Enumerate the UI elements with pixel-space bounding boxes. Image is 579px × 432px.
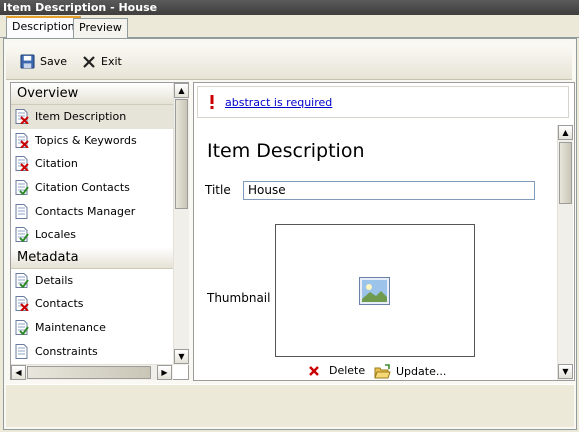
sidebar-item-label: Contacts [35,297,84,311]
title-label: Title [205,183,231,197]
sidebar-item[interactable]: Citation [11,152,188,176]
sidebar-vertical-scrollbar[interactable]: ▲ ▼ [173,83,189,365]
sidebar-item-label: Maintenance [35,321,106,335]
sidebar-item[interactable]: Citation Contacts [11,176,188,200]
sidebar-item-label: Citation [35,157,78,171]
sidebar-hscroll-thumb[interactable] [27,366,151,379]
save-button[interactable]: Save [20,43,67,80]
document-error-icon [15,156,29,172]
item-description-form: Item Description Title House Thumbnail D… [197,124,557,380]
sidebar-horizontal-scrollbar[interactable]: ◀ ▶ [11,364,173,380]
toolbar: Save Exit [6,43,572,80]
exit-label: Exit [101,55,122,68]
validation-message-link[interactable]: abstract is required [225,96,332,109]
sidebar-item[interactable]: Topics & Keywords [11,129,188,153]
sidebar-list: Overview Item Description Topics & Keyword… [11,83,188,363]
delete-label: Delete [329,364,366,377]
tab-strip: Description Preview [0,15,579,39]
folder-open-icon [374,364,391,379]
sidebar-item[interactable]: Constraints [11,339,188,363]
sidebar-item-label: Item Description [35,110,127,124]
sidebar-item[interactable]: Contacts [11,292,188,316]
scroll-down-arrow-icon[interactable]: ▼ [174,349,189,364]
sidebar-item-label: Topics & Keywords [35,133,137,147]
sidebar-item[interactable]: Contacts Manager [11,199,188,223]
tab-preview[interactable]: Preview [73,18,128,38]
sidebar-item[interactable]: Details [11,269,188,293]
document-error-icon [15,132,29,148]
scroll-up-arrow-icon[interactable]: ▲ [174,83,189,98]
document-icon [15,203,28,219]
image-placeholder-icon [359,277,390,305]
document-icon [15,343,28,359]
main-scroll-up-arrow-icon[interactable]: ▲ [558,125,573,140]
sidebar-item[interactable]: Maintenance [11,316,188,340]
main-vertical-scrollbar[interactable]: ▲ ▼ [557,125,573,380]
delete-x-icon [309,365,319,376]
document-check-icon [15,227,29,243]
page-title: Item Description [207,140,365,162]
floppy-disk-icon [20,54,35,69]
document-error-icon [15,296,29,312]
sidebar-item-label: Contacts Manager [35,204,136,218]
title-input[interactable]: House [243,181,535,200]
document-check-icon [15,320,29,336]
delete-thumbnail-button[interactable]: Delete [308,364,365,377]
sidebar-section-header: Metadata [11,246,188,269]
sidebar-item-label: Locales [35,228,77,242]
sidebar-item[interactable]: Item Description [11,105,188,129]
thumbnail-label: Thumbnail [207,291,271,305]
sidebar-section-header: Overview [11,83,188,105]
close-x-icon [83,55,95,68]
document-check-icon [15,272,29,288]
exit-button[interactable]: Exit [82,43,122,80]
document-error-icon [15,109,29,125]
sidebar-item-label: Constraints [35,344,98,358]
window-title: Item Description - House [0,0,579,15]
validation-panel: abstract is required [197,86,569,118]
main-scroll-thumb[interactable] [559,142,572,204]
status-bar [6,384,574,427]
scroll-right-arrow-icon[interactable]: ▶ [157,365,172,380]
sidebar-item[interactable]: Locales [11,223,188,247]
sidebar-item-label: Citation Contacts [35,181,130,195]
tab-description[interactable]: Description [6,16,81,39]
save-label: Save [40,55,68,68]
update-thumbnail-button[interactable]: Update... [374,364,446,379]
sidebar-navigation: Overview Item Description Topics & Keyword… [10,82,189,380]
thumbnail-frame[interactable] [275,224,475,357]
sidebar-scroll-thumb[interactable] [175,99,188,209]
scroll-left-arrow-icon[interactable]: ◀ [11,365,26,380]
exclamation-icon [210,95,214,109]
document-check-icon [15,180,29,196]
sidebar-item-label: Details [35,273,74,287]
main-scroll-down-arrow-icon[interactable]: ▼ [558,364,573,379]
update-label: Update... [396,365,447,378]
